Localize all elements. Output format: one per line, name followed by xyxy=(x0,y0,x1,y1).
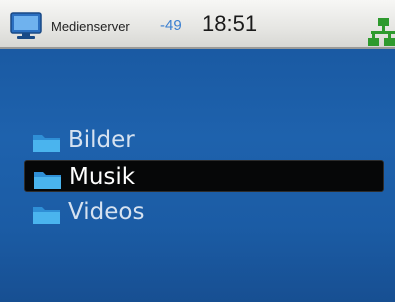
clock: 18:51 xyxy=(202,11,258,36)
network-icon xyxy=(368,18,395,46)
status-bar: Medienserver -49 18:51 xyxy=(0,0,395,49)
folder-icon xyxy=(34,172,61,189)
folder-item-bilder[interactable]: Bilder xyxy=(24,124,384,156)
folder-icon xyxy=(33,135,60,152)
folder-icon xyxy=(33,207,60,224)
folder-label: Musik xyxy=(69,164,136,190)
folder-label: Videos xyxy=(68,199,145,225)
folder-item-musik[interactable]: Musik xyxy=(24,160,384,192)
folder-item-videos[interactable]: Videos xyxy=(24,196,384,228)
monitor-icon xyxy=(10,12,42,39)
server-name: Medienserver xyxy=(51,19,130,34)
content-area: Bilder Musik Videos xyxy=(0,49,395,302)
folder-label: Bilder xyxy=(68,127,135,153)
signal-strength: -49 xyxy=(160,17,182,34)
